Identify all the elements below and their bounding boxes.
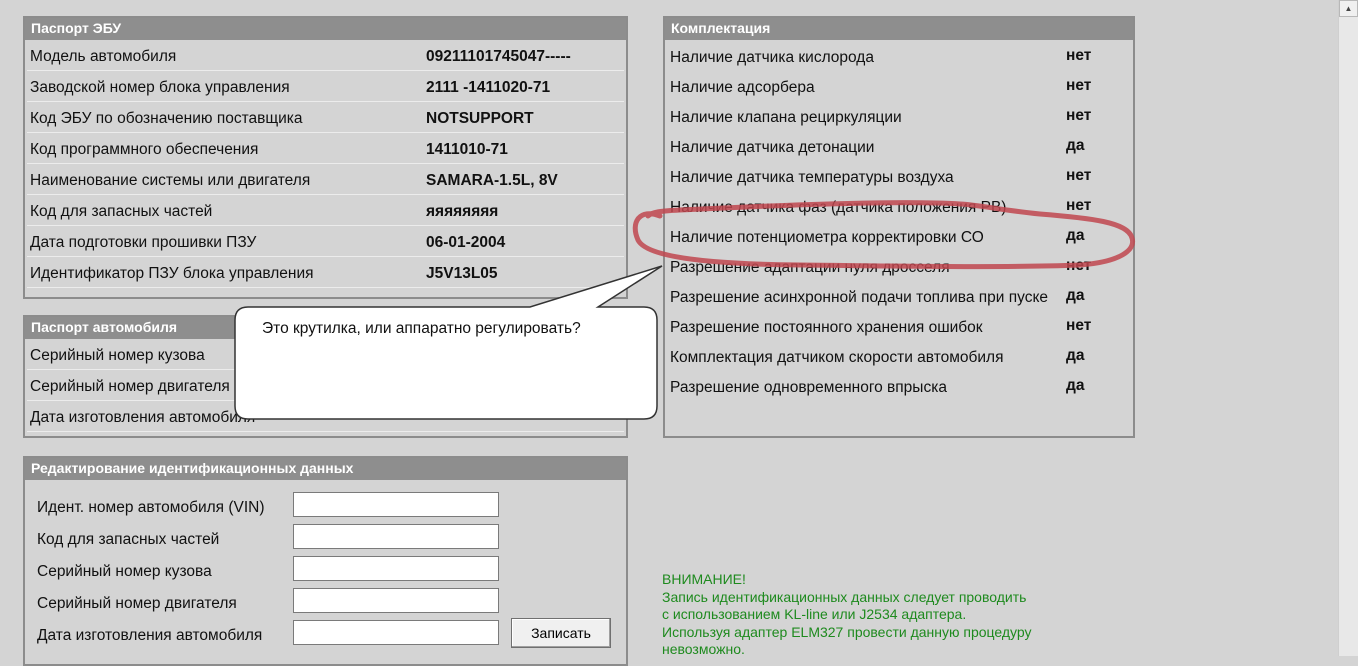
row-value: J5V13L05 (426, 265, 498, 282)
body-serial-label: Серийный номер кузова (37, 563, 212, 580)
row-label: Заводской номер блока управления (30, 79, 290, 96)
warning-line: ВНИМАНИЕ! (662, 571, 746, 587)
ecu-row-software-code: Код программного обеспечения 1411010-71 (27, 135, 624, 164)
row-label: Дата изготовления автомобиля (30, 409, 256, 426)
warning-line: Запись идентификационных данных следует … (662, 588, 1027, 605)
row-label: Дата подготовки прошивки ПЗУ (30, 234, 257, 251)
row-value: нет (1066, 47, 1092, 64)
ecu-row-rom-id: Идентификатор ПЗУ блока управления J5V13… (27, 259, 624, 288)
edit-id-title: Редактирование идентификационных данных (25, 458, 626, 480)
engine-serial-label: Серийный номер двигателя (37, 595, 237, 612)
spare-parts-code-label: Код для запасных частей (37, 531, 220, 548)
equip-row-air-temp-sensor: Наличие датчика температуры воздуха нет (670, 162, 1131, 192)
warning-line: Используя адаптер ELM327 провести данную… (662, 623, 1032, 640)
car-row-manufacture-date: Дата изготовления автомобиля (27, 403, 624, 432)
row-value: нет (1066, 107, 1092, 124)
ecu-row-firmware-date: Дата подготовки прошивки ПЗУ 06-01-2004 (27, 228, 624, 257)
ecu-row-serial: Заводской номер блока управления 2111 -1… (27, 73, 624, 102)
row-value: 09211101745047----- (426, 48, 571, 65)
ecu-row-supplier-code: Код ЭБУ по обозначению поставщика NOTSUP… (27, 104, 624, 133)
row-value: 06-01-2004 (426, 234, 506, 251)
row-label: Комплектация датчиком скорости автомобил… (670, 349, 1004, 366)
row-label: Идентификатор ПЗУ блока управления (30, 265, 314, 282)
equip-row-egr-valve: Наличие клапана рециркуляции нет (670, 102, 1131, 132)
engine-serial-input[interactable] (293, 588, 499, 613)
row-value: нет (1066, 257, 1092, 274)
equip-row-throttle-adaptation: Разрешение адаптации нуля дросселя нет (670, 252, 1131, 282)
vin-input[interactable] (293, 492, 499, 517)
row-label: Разрешение асинхронной подачи топлива пр… (670, 289, 1049, 306)
row-value: да (1066, 287, 1085, 304)
row-value: 2111 -1411020-71 (426, 79, 551, 96)
row-label: Наличие датчика детонации (670, 139, 875, 156)
row-label: Код ЭБУ по обозначению поставщика (30, 110, 303, 127)
ecu-row-spare-parts-code: Код для запасных частей яяяяяяяя (27, 197, 624, 226)
row-label: Наименование системы или двигателя (30, 172, 311, 189)
equip-row-speed-sensor: Комплектация датчиком скорости автомобил… (670, 342, 1131, 372)
scroll-up-arrow-icon[interactable]: ▲ (1339, 0, 1358, 17)
write-button[interactable]: Записать (511, 618, 611, 648)
equip-row-adsorber: Наличие адсорбера нет (670, 72, 1131, 102)
manufacture-date-input[interactable] (293, 620, 499, 645)
ecu-passport-title: Паспорт ЭБУ (25, 18, 626, 40)
row-label: Наличие клапана рециркуляции (670, 109, 902, 126)
row-label: Наличие датчика фаз (датчика положения Р… (670, 199, 1007, 216)
ecu-row-system-name: Наименование системы или двигателя SAMAR… (27, 166, 624, 195)
row-label: Наличие датчика кислорода (670, 49, 874, 66)
equip-row-simultaneous-injection: Разрешение одновременного впрыска да (670, 372, 1131, 402)
equip-row-knock-sensor: Наличие датчика детонации да (670, 132, 1131, 162)
spare-parts-code-input[interactable] (293, 524, 499, 549)
car-row-body-serial: Серийный номер кузова (27, 341, 624, 370)
warning-message: ВНИМАНИЕ! Запись идентификационных данны… (662, 571, 1032, 659)
row-label: Разрешение адаптации нуля дросселя (670, 259, 950, 276)
row-label: Разрешение одновременного впрыска (670, 379, 947, 396)
row-value: нет (1066, 197, 1092, 214)
vertical-scrollbar[interactable]: ▲ (1338, 0, 1358, 656)
row-label: Наличие датчика температуры воздуха (670, 169, 954, 186)
row-value: да (1066, 137, 1085, 154)
row-label: Серийный номер двигателя (30, 378, 230, 395)
equip-row-co-potentiometer: Наличие потенциометра корректировки СО д… (670, 222, 1131, 252)
body-serial-input[interactable] (293, 556, 499, 581)
row-label: Разрешение постоянного хранения ошибок (670, 319, 983, 336)
row-value: SAMARA-1.5L, 8V (426, 172, 558, 189)
row-value: да (1066, 227, 1085, 244)
manufacture-date-label: Дата изготовления автомобиля (37, 627, 263, 644)
callout-text: Это крутилка, или аппаратно регулировать… (262, 320, 581, 337)
equip-row-async-fuel: Разрешение асинхронной подачи топлива пр… (670, 282, 1131, 312)
row-label: Код для запасных частей (30, 203, 213, 220)
row-value: да (1066, 377, 1085, 394)
equip-row-oxygen-sensor: Наличие датчика кислорода нет (670, 42, 1131, 72)
row-label: Модель автомобиля (30, 48, 177, 65)
row-value: 1411010-71 (426, 141, 508, 158)
row-label: Код программного обеспечения (30, 141, 259, 158)
equipment-panel: Комплектация Наличие датчика кислорода н… (663, 16, 1135, 438)
car-row-engine-serial: Серийный номер двигателя (27, 372, 624, 401)
row-value: NOTSUPPORT (426, 110, 534, 127)
vin-label: Идент. номер автомобиля (VIN) (37, 499, 265, 516)
equip-row-phase-sensor: Наличие датчика фаз (датчика положения Р… (670, 192, 1131, 222)
row-label: Наличие потенциометра корректировки СО (670, 229, 984, 246)
row-value: яяяяяяяя (426, 203, 499, 220)
row-value: да (1066, 347, 1085, 364)
equip-row-error-storage: Разрешение постоянного хранения ошибок н… (670, 312, 1131, 342)
equipment-title: Комплектация (665, 18, 1133, 40)
row-value: нет (1066, 77, 1092, 94)
ecu-row-model: Модель автомобиля 09211101745047----- (27, 42, 624, 71)
warning-line: с использованием KL-line или J2534 адапт… (662, 606, 967, 622)
row-label: Серийный номер кузова (30, 347, 205, 364)
row-label: Наличие адсорбера (670, 79, 815, 96)
row-value: нет (1066, 167, 1092, 184)
row-value: нет (1066, 317, 1092, 334)
ecu-passport-panel: Паспорт ЭБУ Модель автомобиля 0921110174… (23, 16, 628, 299)
